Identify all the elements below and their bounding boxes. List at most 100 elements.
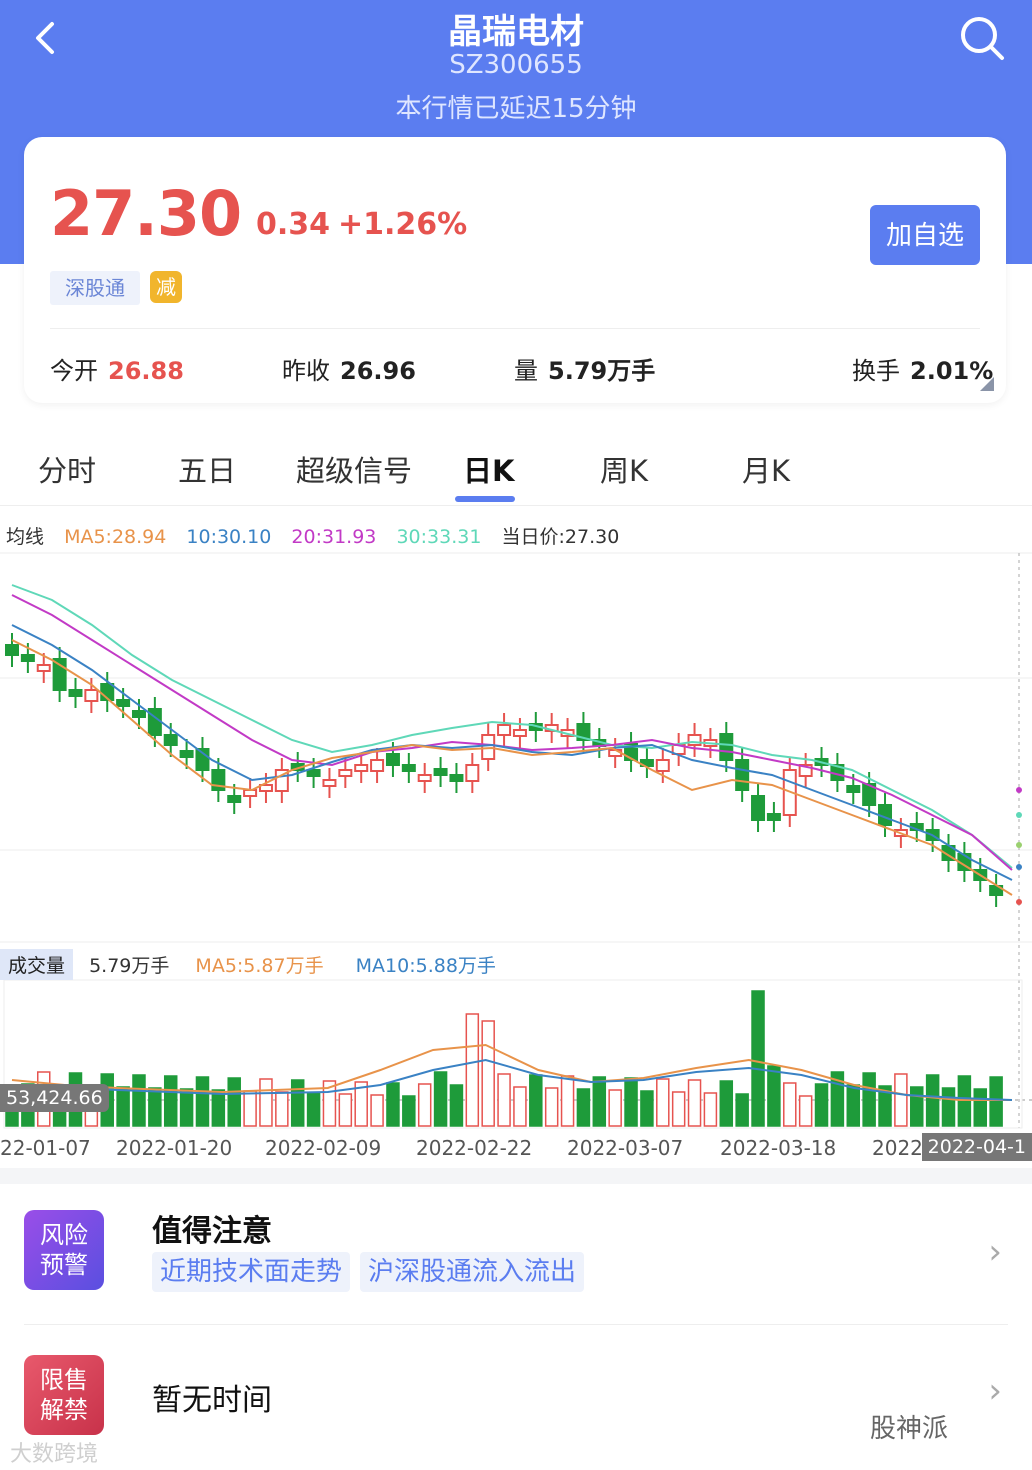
x-axis-label: 2022-01-20 <box>116 1136 233 1160</box>
ma-end-dot <box>1016 787 1022 793</box>
volume-bar <box>846 1084 861 1127</box>
volume-bar <box>275 1091 289 1127</box>
lockup-icon-line: 限售 <box>40 1366 88 1394</box>
volume-ma10-line <box>11 1058 1013 1101</box>
volume-bar <box>783 1082 797 1127</box>
ma-end-dot <box>1016 899 1022 905</box>
volume-bar <box>925 1074 940 1127</box>
volume-bar <box>259 1078 273 1127</box>
candle-body <box>370 759 385 772</box>
volume-bar <box>703 1092 718 1127</box>
candle-body <box>512 729 527 737</box>
volume-bar <box>163 1075 178 1127</box>
candle-body <box>481 734 496 760</box>
volume-bar <box>211 1089 226 1127</box>
risk-chip-connect-flow[interactable]: 沪深股通流入流出 <box>360 1252 585 1292</box>
volume-bar <box>608 1089 622 1127</box>
volume-bar <box>481 1020 495 1127</box>
volume-bar <box>116 1086 130 1127</box>
volume-bar <box>592 1076 607 1127</box>
volume-bar <box>370 1094 384 1127</box>
kline-chart[interactable] <box>0 0 1032 1170</box>
ma-end-dot <box>1016 812 1022 818</box>
volume-bar <box>497 1073 511 1127</box>
volume-bar <box>227 1077 241 1127</box>
volume-bar <box>576 1088 591 1127</box>
candle-body <box>766 813 781 821</box>
candle-body <box>465 764 480 782</box>
crosshair-price-label: 53,424.66 <box>0 1084 109 1112</box>
candle-body <box>846 785 861 793</box>
volume-bar <box>624 1077 638 1127</box>
x-axis-label: 2022-03-07 <box>567 1136 684 1160</box>
x-axis-label: 2022-03-18 <box>720 1136 837 1160</box>
risk-warning-icon: 风险 预警 <box>24 1210 104 1290</box>
volume-legend-value: 5.79万手 <box>89 955 170 977</box>
candle-body <box>433 768 448 776</box>
x-axis-label: 22-01-07 <box>0 1136 91 1160</box>
volume-bar <box>767 1065 781 1127</box>
volume-bar <box>973 1088 988 1127</box>
volume-legend: 成交量 5.79万手 MA5:5.87万手 MA10:5.88万手 <box>0 949 496 980</box>
volume-bar <box>132 1074 146 1127</box>
candle-body <box>719 733 734 761</box>
volume-bar <box>195 1076 210 1127</box>
ma-end-dot <box>1016 842 1022 848</box>
volume-bar <box>798 1095 813 1127</box>
ma30-line <box>11 584 1013 869</box>
volume-bar <box>735 1093 749 1127</box>
risk-title: 值得注意 <box>152 1214 272 1249</box>
volume-bar <box>179 1088 194 1127</box>
volume-bar <box>989 1076 1003 1127</box>
volume-bar <box>433 1071 448 1127</box>
chevron-right-icon[interactable]: › <box>988 1232 1002 1272</box>
volume-bar <box>338 1093 353 1127</box>
ma-end-dot <box>1016 864 1022 870</box>
x-axis-label: 2022-02-09 <box>265 1136 382 1160</box>
volume-bar <box>640 1090 654 1127</box>
x-axis-label: 2022-02-22 <box>416 1136 533 1160</box>
candle-body <box>20 654 35 662</box>
candle-body <box>417 774 432 782</box>
section-spacer <box>0 1168 1032 1184</box>
volume-legend-label: 成交量 <box>0 949 74 980</box>
volume-bar <box>671 1091 686 1127</box>
volume-bar <box>814 1083 829 1127</box>
candle-body <box>322 779 337 787</box>
candle-body <box>84 689 99 702</box>
candle-body <box>306 769 321 777</box>
chevron-right-icon[interactable]: › <box>988 1371 1002 1411</box>
candle-body <box>68 689 83 697</box>
volume-bar <box>417 1083 432 1127</box>
candle-body <box>655 759 670 772</box>
risk-chip-technical[interactable]: 近期技术面走势 <box>152 1252 351 1292</box>
candle-body <box>449 774 464 782</box>
candle-body <box>163 734 178 746</box>
volume-bar <box>290 1079 305 1127</box>
candle-body <box>354 764 369 772</box>
candle-body <box>131 710 146 718</box>
x-axis-label: 2022 <box>872 1136 923 1160</box>
volume-bar <box>751 990 765 1127</box>
volume-bar <box>687 1079 702 1127</box>
volume-ma5: MA5:5.87万手 <box>195 955 324 977</box>
ma20-line <box>11 594 1013 871</box>
candle-body <box>5 644 19 656</box>
volume-bar <box>306 1092 321 1127</box>
candle-body <box>243 789 258 797</box>
volume-bar <box>544 1087 559 1127</box>
candle-body <box>497 724 512 736</box>
risk-icon-line: 预警 <box>40 1251 88 1279</box>
watermark-left: 大数跨境 <box>10 1442 99 1467</box>
lockup-icon-line: 解禁 <box>40 1396 88 1424</box>
volume-bar <box>656 1078 670 1127</box>
candle-body <box>338 769 353 777</box>
candle-body <box>227 795 242 803</box>
candle-body <box>401 764 416 772</box>
volume-bar <box>529 1074 543 1127</box>
volume-bar <box>449 1084 464 1127</box>
volume-bar <box>894 1073 908 1127</box>
crosshair-date-label: 2022-04-1 <box>921 1133 1032 1161</box>
volume-bar <box>910 1086 924 1127</box>
watermark-right: 股神派 <box>870 1414 949 1444</box>
